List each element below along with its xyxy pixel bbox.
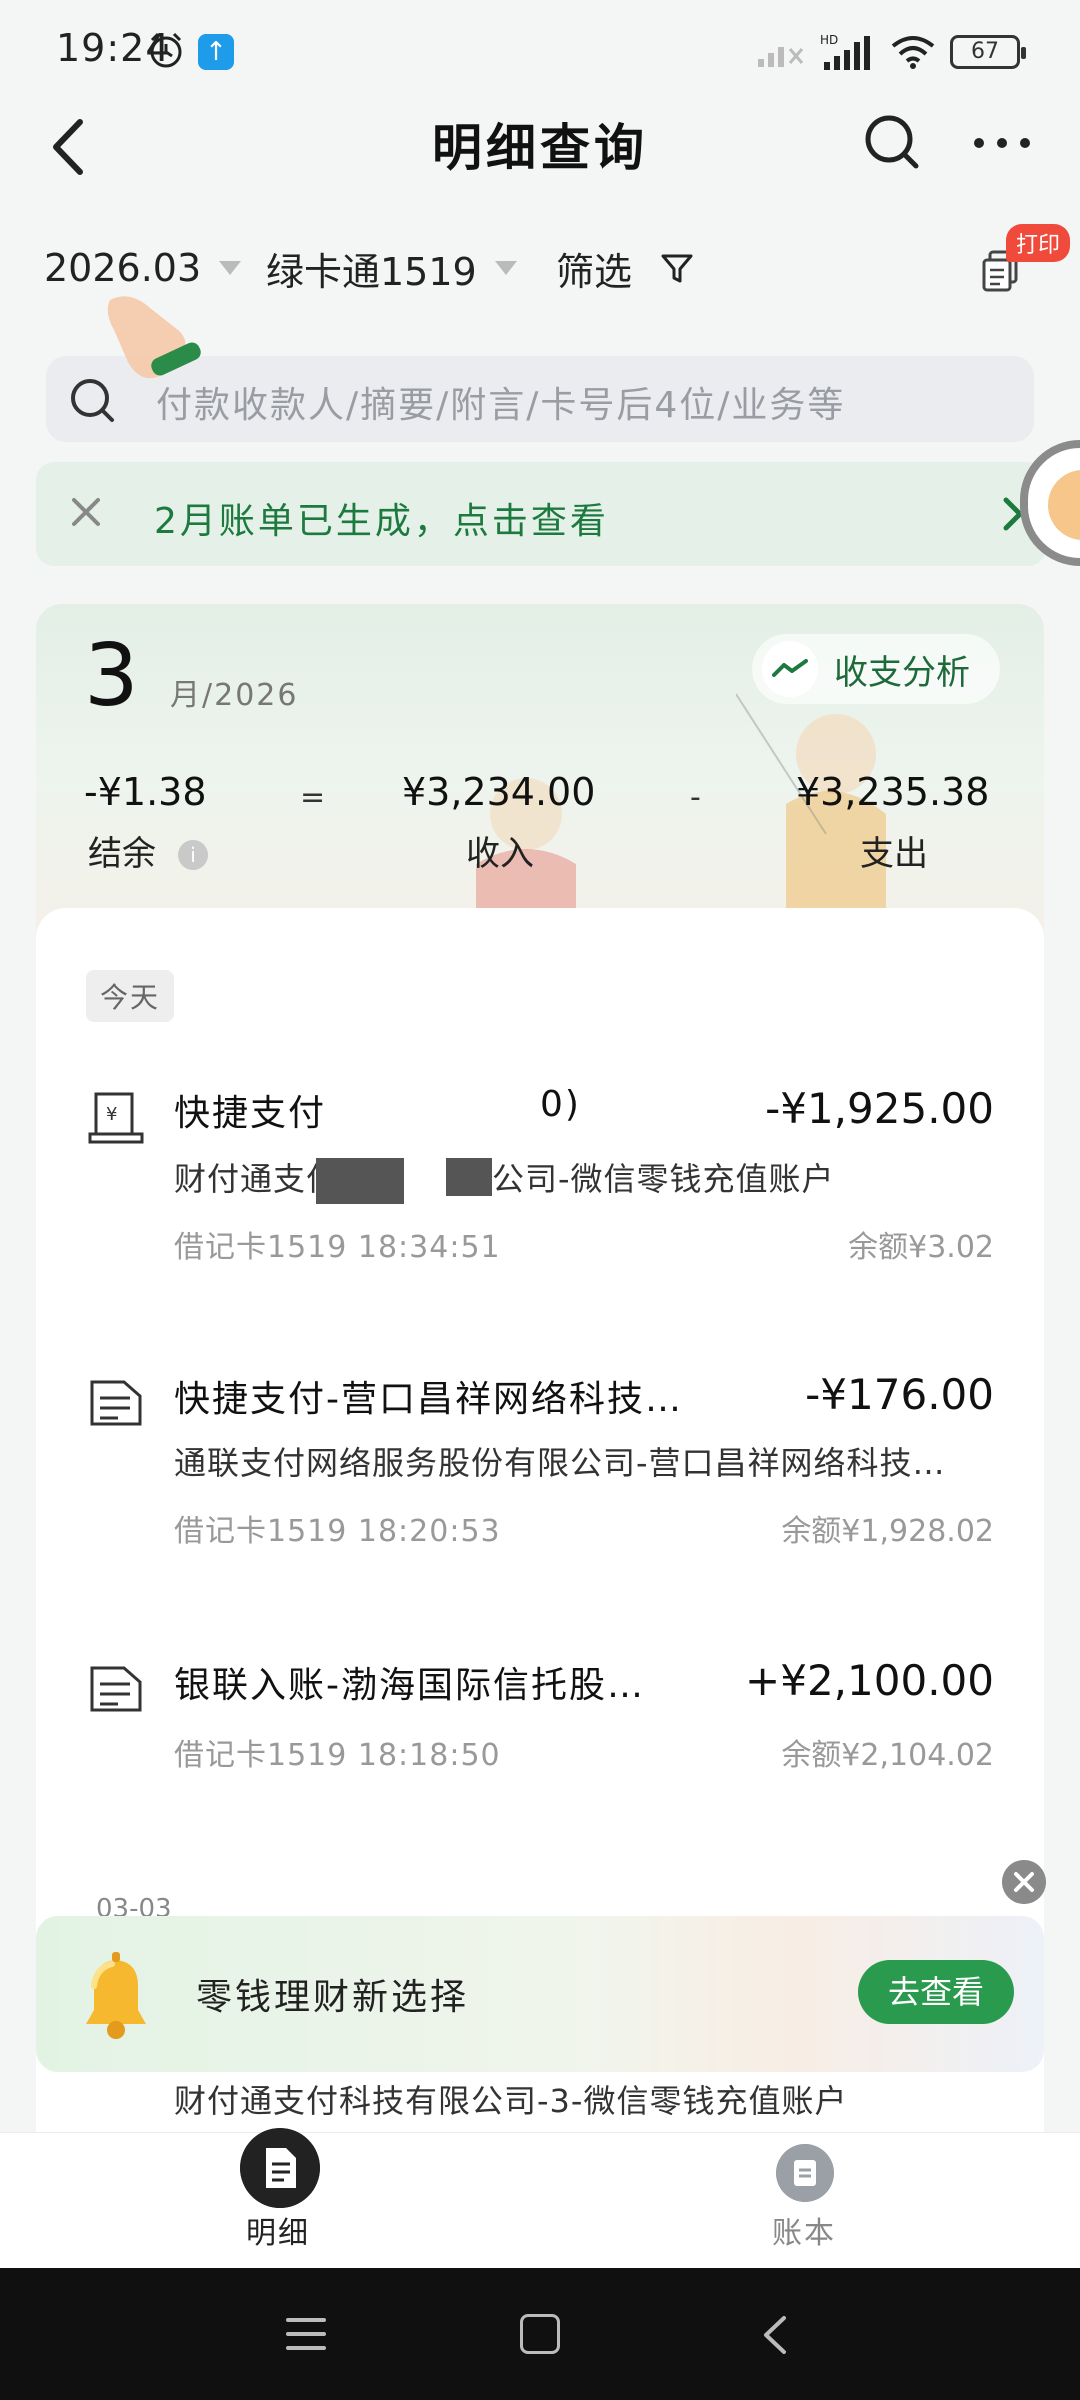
filter-button[interactable]: 筛选 <box>556 238 694 298</box>
bottom-tab-bar <box>0 2132 1080 2268</box>
back-icon[interactable] <box>760 2314 790 2356</box>
filter-label: 筛选 <box>556 249 633 294</box>
close-icon[interactable] <box>66 492 106 532</box>
signal-icon <box>758 47 804 67</box>
wifi-icon <box>891 36 935 69</box>
transaction-meta: 借记卡1519 18:18:50 <box>174 1738 501 1773</box>
bell-icon <box>86 1952 146 2039</box>
transaction-title[interactable]: 银联入账-渤海国际信托股… <box>174 1656 645 1708</box>
expense-label: 支出 <box>860 834 928 874</box>
status-indicators: HD 67 <box>756 30 1026 74</box>
redaction-block <box>446 1158 492 1196</box>
view-button[interactable]: 去查看 <box>858 1960 1014 2024</box>
search-icon[interactable] <box>862 112 922 172</box>
decorative-illustration <box>736 693 886 944</box>
balance-amount: -¥1.38 <box>84 770 207 814</box>
summary-year-label: 月/2026 <box>170 678 299 713</box>
svg-text:¥: ¥ <box>106 1104 117 1125</box>
dropdown-triangle-icon <box>494 261 517 275</box>
upload-notification-icon: ↑ <box>198 34 234 70</box>
print-badge[interactable]: 打印 <box>1006 224 1071 262</box>
income-expense-analysis-button[interactable]: 收支分析 <box>752 634 1000 704</box>
transaction-amount: -¥1,925.00 <box>765 1084 994 1133</box>
transaction-counterparty-tail: 公司-微信零钱充值账户 <box>492 1160 835 1198</box>
income-label: 收入 <box>466 834 534 874</box>
transaction-balance: 余额¥3.02 <box>848 1230 994 1265</box>
card-selector-label: 绿卡通1519 <box>266 249 477 294</box>
day-tag: 今天 <box>86 970 175 1022</box>
transaction-meta: 借记卡1519 18:34:51 <box>174 1230 501 1265</box>
promo-text: 零钱理财新选择 <box>196 1977 470 2018</box>
transaction-balance: 余额¥1,928.02 <box>781 1514 994 1549</box>
notice-text: 2月账单已生成，点击查看 <box>154 501 609 542</box>
month-selector[interactable]: 2026.03 <box>44 238 242 298</box>
transaction-title-tail: 0) <box>540 1084 581 1125</box>
receipt-icon: ¥ <box>88 1092 144 1144</box>
card-selector[interactable]: 绿卡通1519 <box>266 238 517 298</box>
menu-icon[interactable] <box>286 2316 326 2352</box>
expense-amount: ¥3,235.38 <box>796 770 990 814</box>
tap-hint-hand-icon <box>107 296 201 379</box>
income-amount: ¥3,234.00 <box>402 770 596 814</box>
document-icon <box>90 1380 142 1426</box>
transaction-meta: 借记卡1519 18:20:53 <box>174 1514 501 1549</box>
minus-sign: - <box>690 780 701 815</box>
close-icon[interactable] <box>1002 1860 1046 1904</box>
more-options-icon[interactable] <box>974 130 1030 156</box>
transaction-title[interactable]: 快捷支付-营口昌祥网络科技… <box>174 1370 683 1422</box>
analysis-label: 收支分析 <box>834 652 970 693</box>
redaction-block <box>316 1158 404 1204</box>
transaction-counterparty: 财付通支付科技有限公司-3-微信零钱充值账户 <box>174 2082 848 2120</box>
summary-month: 3 <box>84 626 139 726</box>
tab-details[interactable]: 明细 <box>246 2208 310 2252</box>
promo-banner[interactable]: 零钱理财新选择 去查看 <box>36 1916 1044 2072</box>
battery-indicator: 67 <box>950 35 1026 69</box>
transaction-counterparty: 通联支付网络服务股份有限公司-营口昌祥网络科技… <box>174 1444 946 1482</box>
bill-notice-banner[interactable]: 2月账单已生成，点击查看 <box>36 462 1046 566</box>
search-placeholder: 付款收款人/摘要/附言/卡号后4位/业务等 <box>156 385 846 426</box>
dropdown-triangle-icon <box>219 261 242 275</box>
tab-ledger[interactable]: 账本 <box>772 2208 836 2252</box>
signal-hd-icon: HD <box>820 33 870 70</box>
transaction-amount: +¥2,100.00 <box>745 1656 994 1705</box>
balance-label: 结余 <box>88 834 156 874</box>
equals-sign: = <box>300 780 326 815</box>
info-icon[interactable]: i <box>178 840 208 870</box>
ledger-tab-icon[interactable] <box>776 2144 834 2202</box>
transaction-title[interactable]: 快捷支付 <box>174 1084 326 1136</box>
funnel-icon <box>661 254 693 283</box>
details-tab-icon[interactable] <box>240 2128 320 2208</box>
transaction-amount: -¥176.00 <box>805 1370 994 1419</box>
home-icon[interactable] <box>520 2314 560 2354</box>
month-selector-label: 2026.03 <box>44 246 202 290</box>
svg-text:HD: HD <box>820 33 838 47</box>
alarm-icon <box>150 32 182 68</box>
document-icon <box>90 1666 142 1712</box>
trend-icon <box>762 641 818 697</box>
transaction-counterparty: 财付通支付 <box>174 1160 340 1198</box>
transaction-balance: 余额¥2,104.02 <box>781 1738 994 1773</box>
